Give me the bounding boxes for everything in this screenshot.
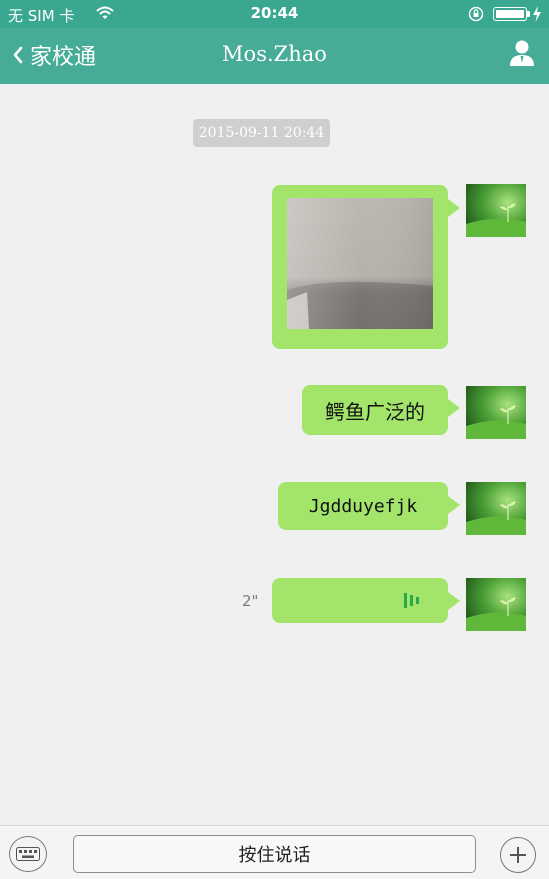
avatar[interactable] (466, 482, 526, 535)
status-bar: 无 SIM 卡 20:44 (0, 0, 549, 28)
bubble-tail (448, 496, 460, 514)
text-message-bubble[interactable]: Jgdduyefjk (278, 482, 460, 530)
battery-icon (493, 7, 530, 21)
chat-area[interactable]: 2015-09-11 20:44 鳄鱼广泛的 Jgdduyefjk 2" (0, 84, 549, 825)
person-icon[interactable] (509, 39, 535, 67)
photo-attachment[interactable] (287, 198, 433, 329)
voice-message-bubble[interactable] (272, 578, 460, 623)
message-text: 鳄鱼广泛的 (325, 399, 425, 424)
text-message-bubble[interactable]: 鳄鱼广泛的 (302, 385, 460, 435)
voice-duration: 2" (242, 592, 259, 610)
more-options-button[interactable] (500, 837, 536, 873)
image-message-bubble[interactable] (272, 185, 460, 349)
keyboard-toggle-button[interactable] (9, 836, 47, 872)
message-timestamp: 2015-09-11 20:44 (193, 119, 330, 147)
bubble-tail (448, 199, 460, 217)
input-bar: 按住说话 (0, 825, 549, 879)
avatar[interactable] (466, 386, 526, 439)
charging-icon (533, 6, 541, 22)
status-time: 20:44 (250, 4, 299, 22)
nav-bar: 家校通 Mos.Zhao (0, 28, 549, 84)
page-title: Mos.Zhao (222, 42, 327, 66)
avatar[interactable] (466, 184, 526, 237)
rotation-lock-icon (468, 6, 484, 22)
bubble-tail (448, 592, 460, 610)
battery-tip (527, 11, 530, 17)
avatar[interactable] (466, 578, 526, 631)
voice-wave-icon (404, 593, 419, 608)
plus-icon (510, 847, 526, 863)
battery-fill (496, 10, 524, 18)
bubble-tail (448, 399, 460, 417)
keyboard-icon (16, 847, 40, 861)
hold-to-talk-button[interactable]: 按住说话 (73, 835, 476, 873)
message-text: Jgdduyefjk (308, 495, 418, 517)
